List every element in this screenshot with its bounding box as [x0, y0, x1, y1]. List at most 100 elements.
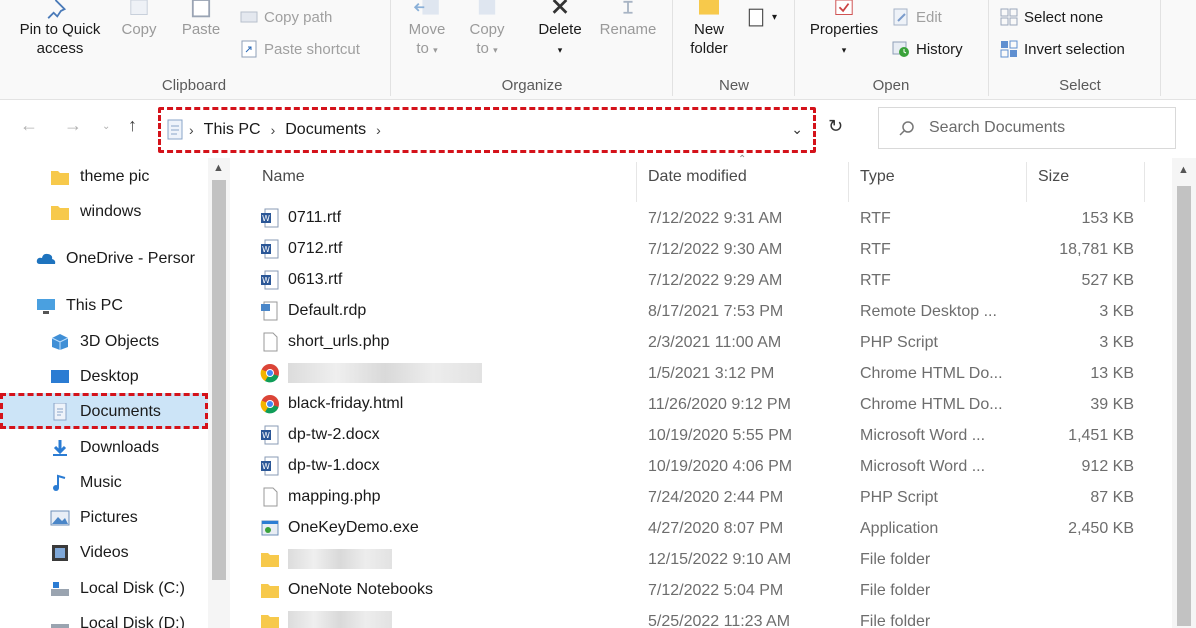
nav-item-label: Music	[80, 474, 122, 491]
address-bar[interactable]: › This PC › Documents › ⌄	[158, 107, 816, 153]
up-arrow-icon[interactable]: ↑	[128, 115, 137, 136]
scroll-up-arrow-icon[interactable]: ▲	[1178, 164, 1189, 176]
rdp-icon	[260, 301, 280, 321]
file-name-cell[interactable]: mapping.php	[260, 487, 381, 507]
nav-item-theme-pic[interactable]: theme pic	[50, 160, 149, 194]
file-name-cell[interactable]: black-friday.html	[260, 394, 403, 414]
nav-item-local-disk-d[interactable]: Local Disk (D:)	[50, 607, 185, 628]
nav-item-onedrive[interactable]: OneDrive - Persor	[36, 242, 195, 276]
ribbon-separator	[794, 0, 795, 96]
cloud-icon	[36, 253, 56, 264]
forward-arrow-icon[interactable]: →	[64, 115, 82, 136]
breadcrumb-chevron-icon[interactable]: ›	[189, 122, 194, 138]
file-name: mapping.php	[288, 488, 381, 505]
address-history-dropdown-icon[interactable]: ⌄	[791, 121, 803, 138]
drive-icon	[51, 582, 69, 596]
search-icon	[899, 121, 914, 136]
file-row[interactable]: Default.rdp 8/17/2021 7:53 PM Remote Deskt…	[260, 297, 1160, 328]
paste-shortcut-button[interactable]: Paste shortcut	[240, 40, 360, 58]
column-divider[interactable]	[1026, 162, 1027, 202]
file-name-cell[interactable]: W 0712.rtf	[260, 239, 342, 259]
copy-path-button[interactable]: Copy path	[240, 8, 332, 26]
nav-item-local-disk-c[interactable]: Local Disk (C:)	[50, 572, 185, 606]
pc-icon	[37, 299, 55, 314]
paste-button[interactable]: Paste	[176, 0, 226, 39]
file-name-cell[interactable]	[260, 549, 392, 569]
file-row[interactable]: W 0711.rtf 7/12/2022 9:31 AM RTF 153 KB	[260, 204, 1160, 235]
nav-item-documents[interactable]: Documents	[50, 395, 161, 429]
file-row[interactable]: W 0712.rtf 7/12/2022 9:30 AM RTF 18,781 KB	[260, 235, 1160, 266]
sort-indicator-icon: ⌃	[738, 154, 747, 165]
properties-button[interactable]: Properties ▾	[802, 0, 886, 60]
nav-pane-scrollbar[interactable]: ▲	[208, 158, 230, 628]
file-name-cell[interactable]: Default.rdp	[260, 301, 366, 321]
download-icon	[53, 440, 67, 456]
nav-item-label: Desktop	[80, 368, 139, 385]
file-row[interactable]: short_urls.php 2/3/2021 11:00 AM PHP Scrip…	[260, 328, 1160, 359]
edit-button[interactable]: Edit	[892, 8, 942, 26]
navigation-pane: theme pic windows OneDrive - Persor This…	[0, 158, 232, 628]
back-arrow-icon[interactable]: ←	[20, 115, 38, 136]
nav-item-3d-objects[interactable]: 3D Objects	[50, 325, 159, 359]
file-name-cell[interactable]: Wdp-tw-1.docx	[260, 456, 380, 476]
pin-to-quick-access-button[interactable]: Pin to Quick access	[10, 0, 110, 58]
scroll-up-arrow-icon[interactable]: ▲	[213, 162, 224, 174]
nav-item-this-pc[interactable]: This PC	[36, 289, 123, 323]
file-row[interactable]: 1/5/2021 3:12 PM Chrome HTML Do... 13 KB	[260, 359, 1160, 390]
nav-item-music[interactable]: Music	[50, 466, 122, 500]
file-row[interactable]: OneKeyDemo.exe 4/27/2020 8:07 PM Applicati…	[260, 514, 1160, 545]
file-row[interactable]: 5/25/2022 11:23 AM File folder	[260, 607, 1160, 628]
breadcrumb-chevron-icon[interactable]: ›	[271, 122, 276, 138]
file-row[interactable]: black-friday.html 11/26/2020 9:12 PM Chrom…	[260, 390, 1160, 421]
column-header-size[interactable]: Size	[1038, 168, 1069, 186]
file-name-cell[interactable]: OneKeyDemo.exe	[260, 518, 419, 538]
column-header-type[interactable]: Type	[860, 168, 895, 186]
file-name-cell[interactable]: W 0613.rtf	[260, 270, 342, 290]
search-box[interactable]: Search Documents	[878, 107, 1176, 149]
breadcrumb-documents[interactable]: Documents	[285, 121, 366, 139]
history-button[interactable]: History	[892, 40, 963, 58]
file-name-cell[interactable]: short_urls.php	[260, 332, 389, 352]
column-divider[interactable]	[848, 162, 849, 202]
new-item-button[interactable]: ▾	[746, 6, 777, 28]
file-row[interactable]: W 0613.rtf 7/12/2022 9:29 AM RTF 527 KB	[260, 266, 1160, 297]
svg-text:W: W	[262, 431, 270, 440]
rename-button[interactable]: Rename	[596, 0, 660, 39]
copy-to-dropdown-icon: ▾	[493, 45, 498, 55]
copy-to-button[interactable]: Copy to ▾	[464, 0, 510, 60]
select-none-button[interactable]: Select none	[1000, 8, 1103, 26]
copy-to-icon	[478, 0, 496, 15]
recent-locations-chevron-icon[interactable]: ⌄	[102, 121, 110, 132]
redacted-file-name	[288, 611, 392, 628]
nav-item-pictures[interactable]: Pictures	[50, 501, 138, 535]
file-row[interactable]: OneNote Notebooks 7/12/2022 5:04 PM File f…	[260, 576, 1160, 607]
nav-item-videos[interactable]: Videos	[50, 536, 129, 570]
file-row[interactable]: Wdp-tw-1.docx 10/19/2020 4:06 PM Microsoft…	[260, 452, 1160, 483]
file-name-cell[interactable]	[260, 611, 392, 628]
breadcrumb-chevron-icon[interactable]: ›	[376, 122, 381, 138]
copy-button[interactable]: Copy	[116, 0, 162, 39]
column-divider[interactable]	[1144, 162, 1145, 202]
new-folder-button[interactable]: New folder	[686, 0, 732, 58]
nav-item-windows[interactable]: windows	[50, 195, 141, 229]
file-row[interactable]: Wdp-tw-2.docx 10/19/2020 5:55 PM Microsoft…	[260, 421, 1160, 452]
file-name-cell[interactable]: Wdp-tw-2.docx	[260, 425, 380, 445]
nav-item-downloads[interactable]: Downloads	[50, 431, 159, 465]
file-name-cell[interactable]: W 0711.rtf	[260, 208, 341, 228]
file-name-cell[interactable]: OneNote Notebooks	[260, 580, 433, 600]
file-list-scrollbar[interactable]: ▲	[1172, 158, 1196, 628]
column-header-name[interactable]: Name	[262, 168, 305, 186]
nav-item-desktop[interactable]: Desktop	[50, 360, 139, 394]
file-row[interactable]: 12/15/2022 9:10 AM File folder	[260, 545, 1160, 576]
file-list-scroll-thumb[interactable]	[1177, 186, 1191, 626]
nav-pane-scroll-thumb[interactable]	[212, 180, 226, 580]
delete-button[interactable]: Delete ▾	[532, 0, 588, 60]
move-to-button[interactable]: Move to ▾	[404, 0, 450, 60]
column-divider[interactable]	[636, 162, 637, 202]
invert-selection-button[interactable]: Invert selection	[1000, 40, 1125, 58]
breadcrumb-this-pc[interactable]: This PC	[204, 121, 261, 139]
file-name-cell[interactable]	[260, 363, 482, 383]
column-header-date-modified[interactable]: Date modified	[648, 168, 747, 186]
refresh-icon[interactable]: ↻	[828, 116, 843, 137]
file-row[interactable]: mapping.php 7/24/2020 2:44 PM PHP Script 87…	[260, 483, 1160, 514]
